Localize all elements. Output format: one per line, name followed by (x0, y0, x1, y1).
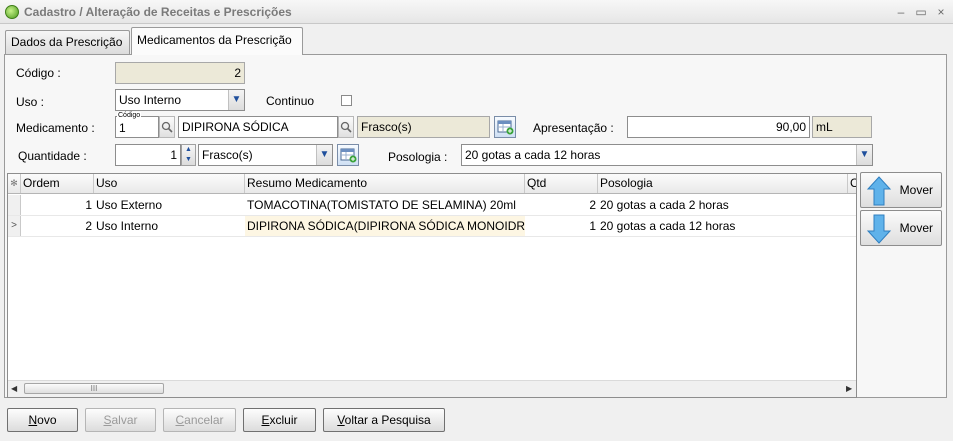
chevron-down-icon[interactable]: ▼ (228, 90, 244, 110)
column-header-ordem[interactable]: Ordem (21, 174, 94, 193)
chevron-up-icon[interactable]: ▲ (182, 145, 195, 155)
arrow-up-icon (866, 176, 892, 206)
posologia-select[interactable]: 20 gotas a cada 12 horas ▼ (461, 144, 873, 166)
quantidade-stepper[interactable]: ▲ ▼ (181, 144, 196, 166)
medicamento-codigo-caption: Código (117, 112, 142, 120)
scrollbar-thumb[interactable]: III (24, 383, 164, 394)
column-header-resumo[interactable]: Resumo Medicamento (245, 174, 525, 193)
cell-qtd: 2 (589, 198, 596, 212)
cell-uso: Uso Externo (96, 198, 163, 212)
scroll-right-icon[interactable]: ▶ (846, 384, 852, 393)
excluir-button[interactable]: Excluir (243, 408, 316, 432)
salvar-button[interactable]: Salvar (85, 408, 156, 432)
move-up-button[interactable]: Mover (860, 172, 942, 208)
medicamento-label: Medicamento : (16, 121, 95, 135)
continuo-label: Continuo (266, 94, 315, 108)
medicamento-unidade-field: Frasco(s) (357, 116, 490, 138)
apresentacao-label: Apresentação : (533, 121, 614, 135)
scroll-left-icon[interactable]: ◀ (11, 384, 17, 393)
posologia-label: Posologia : (388, 150, 448, 164)
arrow-down-icon (866, 214, 892, 244)
cell-ordem: 1 (85, 198, 92, 212)
cell-qtd: 1 (589, 219, 596, 233)
medicamentos-table: ✻ Ordem Uso Resumo Medicamento Qtd Posol… (7, 173, 857, 398)
uso-select[interactable]: Uso Interno ▼ (115, 89, 245, 111)
posologia-select-value: 20 gotas a cada 12 horas (465, 148, 601, 162)
quantidade-field[interactable]: 1 (115, 144, 181, 166)
voltar-pesquisa-button[interactable]: Voltar a Pesquisa (323, 408, 445, 432)
tab-dados-prescricao[interactable]: Dados da Prescrição (5, 30, 130, 54)
codigo-field: 2 (115, 62, 245, 84)
table-add-icon (340, 148, 357, 163)
quantidade-unidade-select[interactable]: Frasco(s) ▼ (198, 144, 333, 166)
table-header: ✻ Ordem Uso Resumo Medicamento Qtd Posol… (8, 174, 856, 194)
close-button[interactable]: × (933, 4, 949, 20)
app-logo-icon (5, 5, 19, 19)
cell-uso: Uso Interno (96, 219, 159, 233)
header-indicator: ✻ (8, 174, 21, 193)
table-row[interactable]: > 2 Uso Interno DIPIRONA SÓDICA(DIPIRONA… (8, 216, 856, 237)
horizontal-scrollbar[interactable]: ◀ III ▶ (8, 380, 856, 397)
scrollbar-grip: III (90, 384, 98, 393)
window-title: Cadastro / Alteração de Receitas e Presc… (24, 5, 292, 19)
medicamento-nome-field[interactable]: DIPIRONA SÓDICA (178, 116, 338, 138)
medicamento-codigo-value: 1 (119, 121, 126, 135)
search-icon (161, 121, 173, 133)
column-header-c[interactable]: C (848, 174, 856, 193)
medicamento-add-button[interactable] (494, 116, 516, 138)
cancelar-button[interactable]: Cancelar (163, 408, 236, 432)
cell-posologia: 20 gotas a cada 12 horas (600, 219, 736, 233)
tab-medicamentos-prescricao[interactable]: Medicamentos da Prescrição (131, 27, 303, 55)
minimize-button[interactable]: – (893, 4, 909, 20)
current-row-arrow-icon: > (8, 216, 21, 236)
medicamento-codigo-search-button[interactable] (159, 116, 175, 138)
column-header-posologia[interactable]: Posologia (598, 174, 848, 193)
table-row[interactable]: 1 Uso Externo TOMACOTINA(TOMISTATO DE SE… (8, 195, 856, 216)
quantidade-unidade-value: Frasco(s) (202, 148, 253, 162)
continuo-checkbox[interactable] (341, 95, 352, 106)
uso-select-value: Uso Interno (119, 93, 182, 107)
apresentacao-unit-field: mL (812, 116, 872, 138)
medicamento-nome-search-button[interactable] (338, 116, 354, 138)
column-header-uso[interactable]: Uso (94, 174, 245, 193)
chevron-down-icon[interactable]: ▼ (182, 155, 195, 165)
apresentacao-field[interactable]: 90,00 (627, 116, 810, 138)
column-header-qtd[interactable]: Qtd (525, 174, 598, 193)
cell-resumo: TOMACOTINA(TOMISTATO DE SELAMINA) 20ml (247, 198, 516, 212)
move-down-label: Mover (899, 221, 933, 235)
row-indicator (8, 195, 21, 215)
quantidade-add-button[interactable] (337, 144, 359, 166)
cell-posologia: 20 gotas a cada 2 horas (600, 198, 729, 212)
move-up-label: Mover (899, 183, 933, 197)
move-down-button[interactable]: Mover (860, 210, 942, 246)
chevron-down-icon[interactable]: ▼ (856, 145, 872, 165)
quantidade-label: Quantidade : (18, 149, 87, 163)
uso-label: Uso : (16, 95, 45, 109)
maximize-button[interactable]: ▭ (913, 4, 929, 20)
chevron-down-icon[interactable]: ▼ (316, 145, 332, 165)
search-icon (340, 121, 352, 133)
codigo-label: Código : (16, 66, 61, 80)
novo-button[interactable]: Novo (7, 408, 78, 432)
cell-ordem: 2 (85, 219, 92, 233)
cell-resumo-selected: DIPIRONA SÓDICA(DIPIRONA SÓDICA MONOIDR (245, 216, 525, 236)
table-add-icon (497, 120, 514, 135)
